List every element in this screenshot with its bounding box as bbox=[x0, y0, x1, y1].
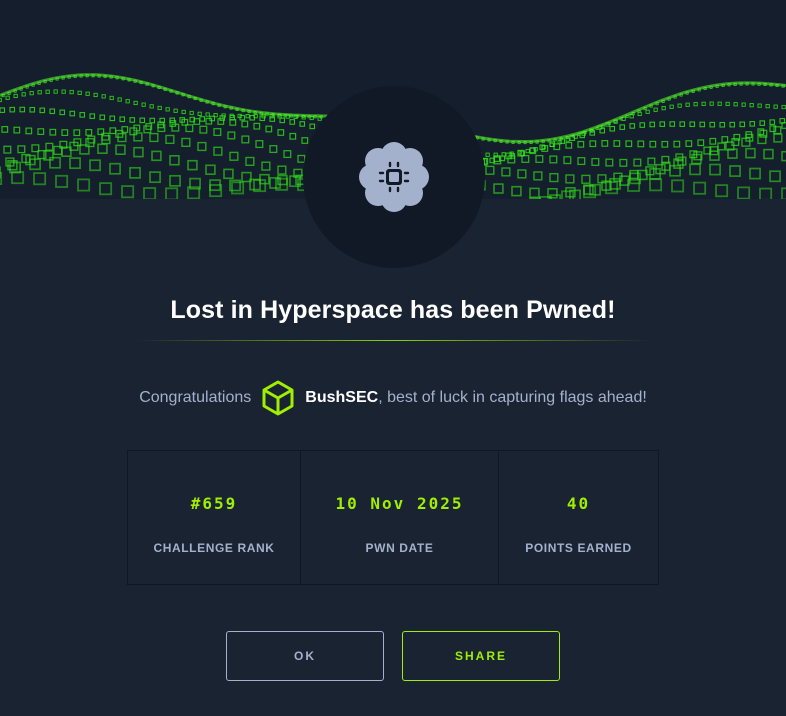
title-divider bbox=[135, 340, 651, 341]
ok-button[interactable]: OK bbox=[226, 631, 384, 681]
congrats-message: Congratulations BushSEC , best of luck i… bbox=[0, 378, 786, 418]
modal-title: Lost in Hyperspace has been Pwned! bbox=[170, 296, 616, 324]
stat-value: #659 bbox=[190, 494, 238, 513]
congrats-suffix: , best of luck in capturing flags ahead! bbox=[378, 389, 647, 406]
stat-challenge-rank: #659 CHALLENGE RANK bbox=[128, 451, 301, 584]
stat-pwn-date: 10 Nov 2025 PWN DATE bbox=[301, 451, 499, 584]
stat-value: 40 bbox=[566, 494, 591, 513]
stats-table: #659 CHALLENGE RANK 10 Nov 2025 PWN DATE… bbox=[127, 450, 659, 585]
stat-label: CHALLENGE RANK bbox=[153, 541, 275, 555]
stat-value: 10 Nov 2025 bbox=[335, 494, 464, 513]
username-link[interactable]: BushSEC bbox=[305, 389, 378, 407]
stat-points-earned: 40 POINTS EARNED bbox=[499, 451, 658, 584]
share-button[interactable]: SHARE bbox=[402, 631, 560, 681]
stat-label: PWN DATE bbox=[365, 541, 434, 555]
challenge-badge bbox=[303, 86, 485, 268]
chip-brain-icon bbox=[359, 142, 429, 212]
stat-label: POINTS EARNED bbox=[525, 541, 632, 555]
congrats-prefix: Congratulations bbox=[139, 389, 252, 406]
pwned-modal: Lost in Hyperspace has been Pwned! Congr… bbox=[0, 0, 786, 716]
cube-avatar-icon bbox=[261, 380, 295, 416]
